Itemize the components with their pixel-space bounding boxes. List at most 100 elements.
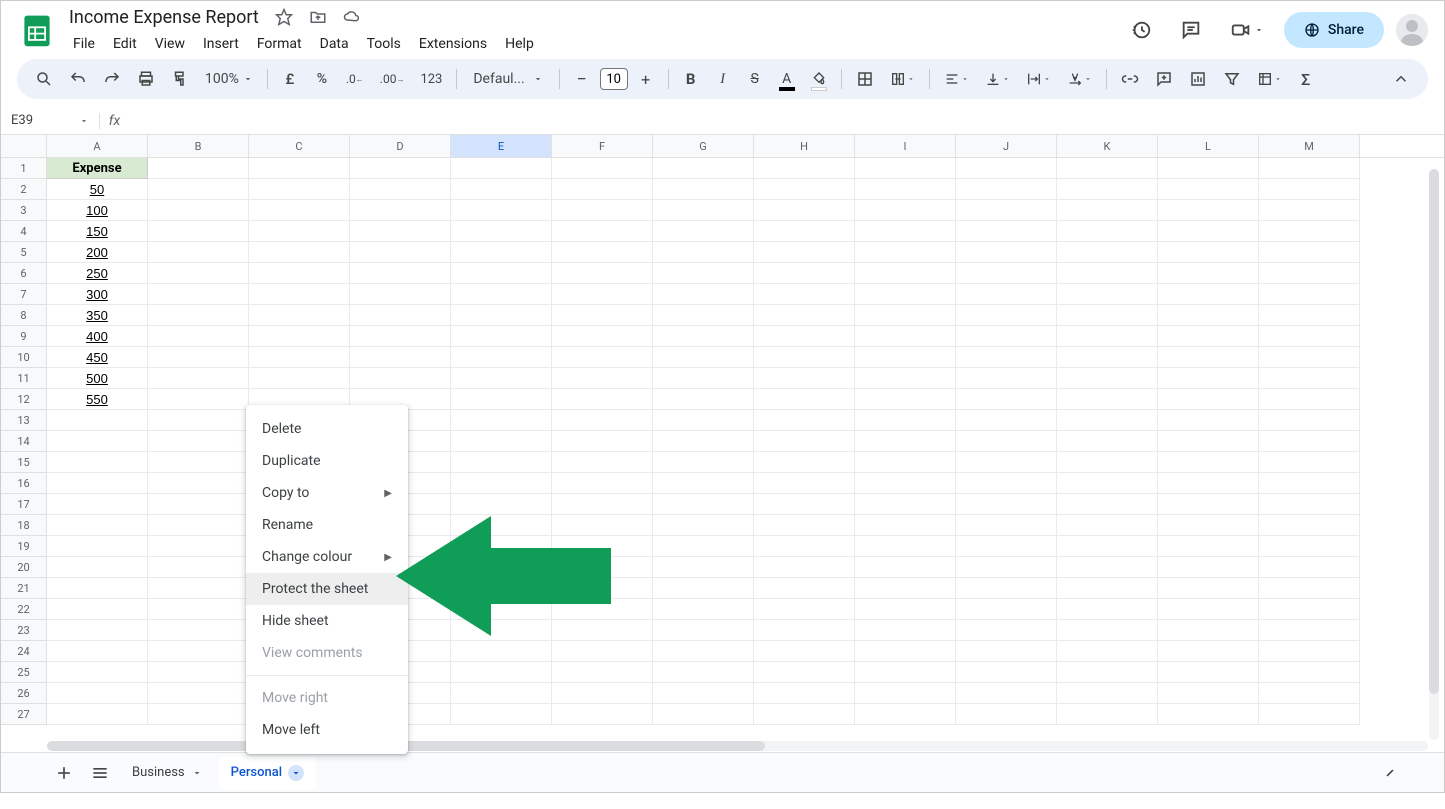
cell[interactable] <box>855 452 956 473</box>
cell[interactable] <box>653 473 754 494</box>
font-size-decrease[interactable]: − <box>568 65 596 93</box>
cell[interactable] <box>1259 389 1360 410</box>
cell[interactable] <box>855 410 956 431</box>
print-icon[interactable] <box>131 65 161 93</box>
column-header-F[interactable]: F <box>552 135 653 157</box>
menu-extensions[interactable]: Extensions <box>411 32 495 56</box>
cell[interactable] <box>653 284 754 305</box>
cell[interactable]: 300 <box>47 284 148 305</box>
cell[interactable] <box>47 452 148 473</box>
row-header[interactable]: 11 <box>1 368 47 389</box>
cell[interactable] <box>148 515 249 536</box>
cell[interactable] <box>552 557 653 578</box>
cell[interactable] <box>1057 599 1158 620</box>
cell[interactable] <box>956 410 1057 431</box>
cell[interactable]: 400 <box>47 326 148 347</box>
cloud-status-icon[interactable] <box>339 4 365 30</box>
cell[interactable] <box>653 221 754 242</box>
cell[interactable] <box>552 641 653 662</box>
cell[interactable] <box>956 263 1057 284</box>
cell[interactable] <box>451 557 552 578</box>
cell[interactable] <box>653 200 754 221</box>
cell[interactable]: 100 <box>47 200 148 221</box>
row-header[interactable]: 21 <box>1 578 47 599</box>
cell[interactable] <box>148 326 249 347</box>
decrease-decimal-icon[interactable]: .0← <box>340 65 370 93</box>
cell[interactable] <box>47 410 148 431</box>
cell[interactable] <box>451 410 552 431</box>
cell[interactable] <box>249 368 350 389</box>
cell[interactable] <box>1158 305 1259 326</box>
cell[interactable] <box>855 242 956 263</box>
cell[interactable] <box>47 662 148 683</box>
sheet-tab-personal[interactable]: Personal <box>219 757 316 789</box>
collapse-toolbar-icon[interactable] <box>1386 65 1416 93</box>
cell[interactable] <box>451 683 552 704</box>
cell[interactable] <box>148 704 249 725</box>
cell[interactable] <box>451 368 552 389</box>
menu-file[interactable]: File <box>65 32 103 56</box>
cell[interactable] <box>855 326 956 347</box>
cell[interactable] <box>956 200 1057 221</box>
cell[interactable] <box>1158 200 1259 221</box>
v-align-button[interactable] <box>979 65 1016 93</box>
scrollbar-vertical[interactable] <box>1429 169 1441 740</box>
menu-format[interactable]: Format <box>249 32 310 56</box>
more-formats-button[interactable]: 123 <box>414 65 448 93</box>
cell[interactable] <box>148 305 249 326</box>
cell[interactable] <box>1158 221 1259 242</box>
star-icon[interactable] <box>271 4 297 30</box>
cell[interactable] <box>1057 662 1158 683</box>
cell[interactable]: 250 <box>47 263 148 284</box>
cell[interactable] <box>956 158 1057 179</box>
cell[interactable] <box>1158 389 1259 410</box>
cell[interactable] <box>249 263 350 284</box>
strikethrough-button[interactable]: S <box>741 65 769 93</box>
cell[interactable] <box>653 389 754 410</box>
cell[interactable] <box>451 578 552 599</box>
cell[interactable] <box>1259 284 1360 305</box>
cell[interactable] <box>1259 557 1360 578</box>
cell[interactable] <box>754 431 855 452</box>
cell[interactable] <box>1259 431 1360 452</box>
row-header[interactable]: 26 <box>1 683 47 704</box>
row-header[interactable]: 5 <box>1 242 47 263</box>
cell[interactable] <box>653 326 754 347</box>
text-color-button[interactable]: A <box>773 65 801 93</box>
cell[interactable] <box>855 494 956 515</box>
cell[interactable] <box>148 473 249 494</box>
row-header[interactable]: 27 <box>1 704 47 725</box>
cell[interactable] <box>855 620 956 641</box>
cell[interactable] <box>148 242 249 263</box>
cell[interactable] <box>1158 347 1259 368</box>
cell[interactable] <box>552 347 653 368</box>
cell[interactable] <box>956 515 1057 536</box>
cell[interactable] <box>47 599 148 620</box>
cell[interactable] <box>47 704 148 725</box>
column-header-C[interactable]: C <box>249 135 350 157</box>
cell[interactable] <box>451 536 552 557</box>
column-header-E[interactable]: E <box>451 135 552 157</box>
cell[interactable] <box>148 158 249 179</box>
cell[interactable] <box>249 347 350 368</box>
font-size-increase[interactable]: + <box>632 65 660 93</box>
row-header[interactable]: 25 <box>1 662 47 683</box>
cell[interactable] <box>754 704 855 725</box>
cell[interactable] <box>249 284 350 305</box>
cell[interactable] <box>956 473 1057 494</box>
cell[interactable] <box>47 578 148 599</box>
avatar[interactable] <box>1396 14 1428 46</box>
cell[interactable] <box>1057 284 1158 305</box>
cell[interactable] <box>1057 494 1158 515</box>
comment-icon[interactable] <box>1172 11 1210 49</box>
cell[interactable] <box>653 179 754 200</box>
cell[interactable] <box>956 536 1057 557</box>
cell[interactable] <box>754 578 855 599</box>
cell[interactable] <box>552 620 653 641</box>
cell[interactable] <box>552 431 653 452</box>
insert-comment-icon[interactable] <box>1149 65 1179 93</box>
cell[interactable] <box>1158 452 1259 473</box>
cell[interactable] <box>451 263 552 284</box>
cell[interactable] <box>1057 326 1158 347</box>
cell[interactable] <box>47 536 148 557</box>
